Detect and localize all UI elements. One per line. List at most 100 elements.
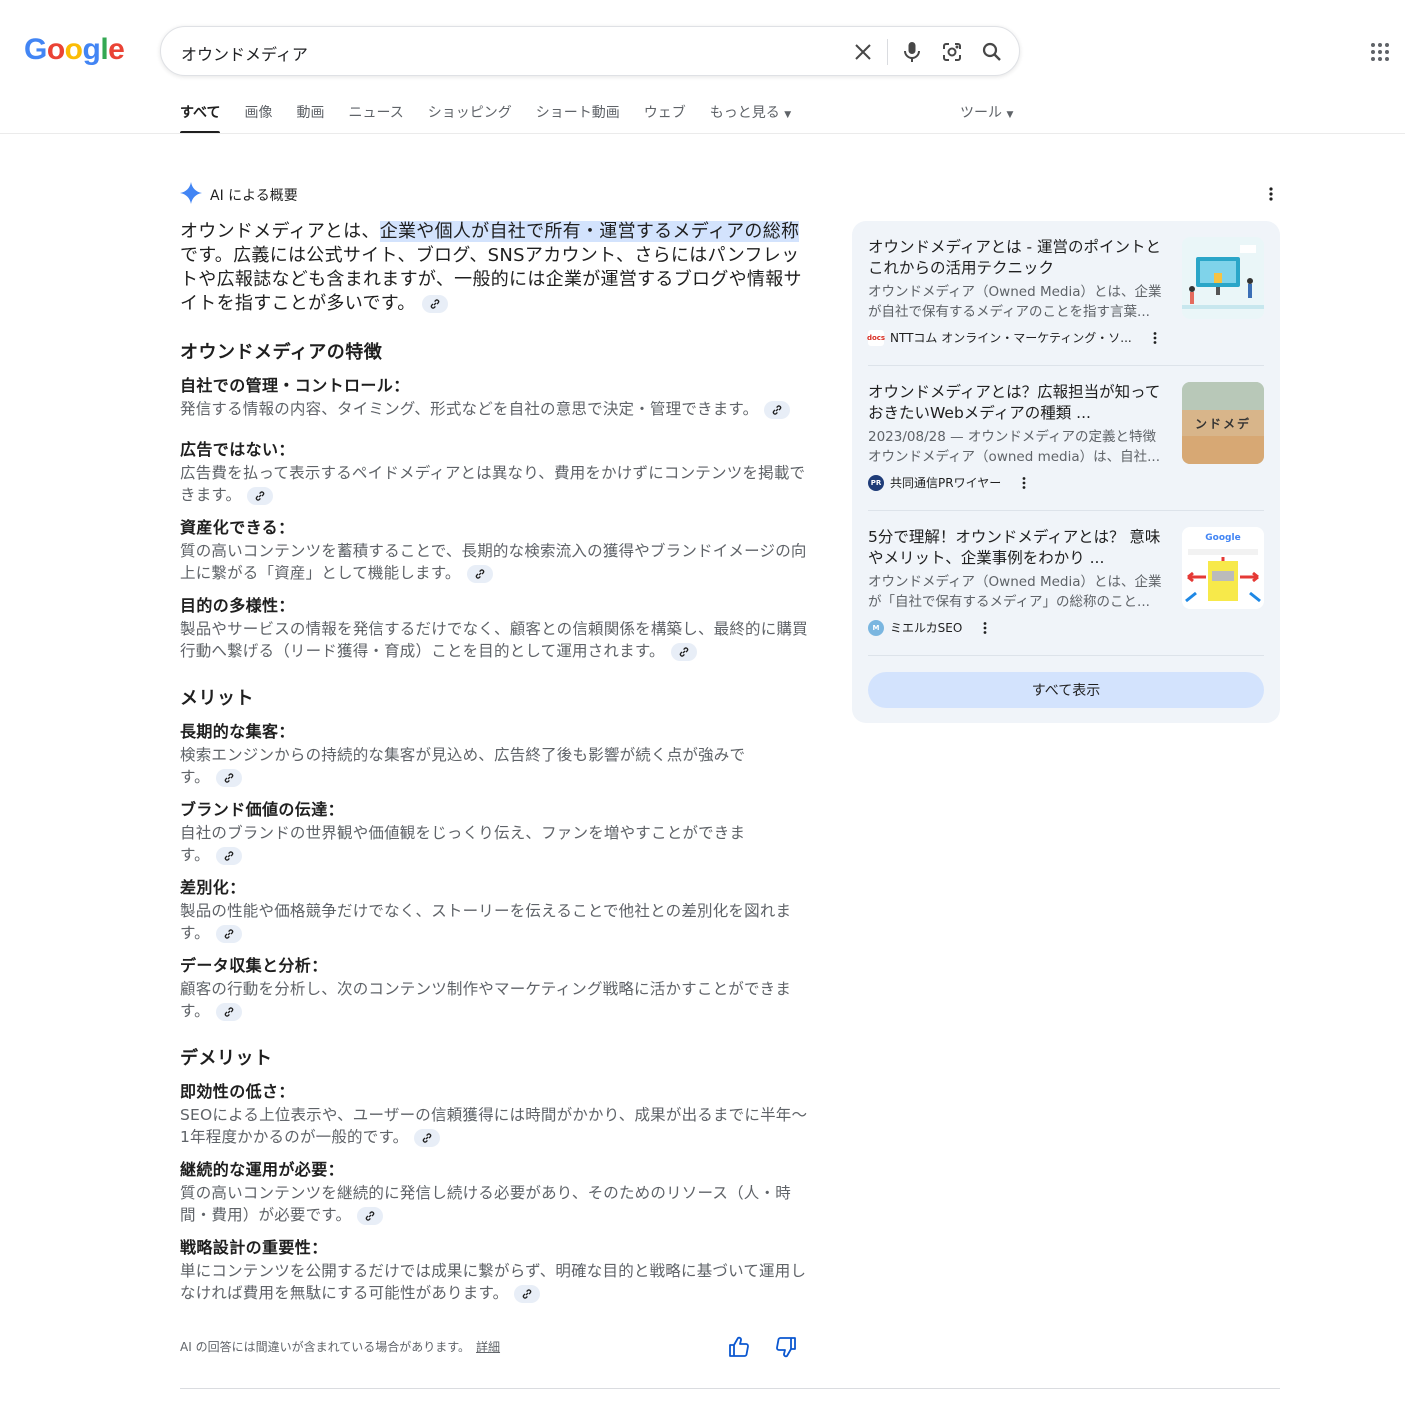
- source-title[interactable]: 5分で理解！オウンドメディアとは？ 意味やメリット、企業事例をわかり ...: [868, 527, 1168, 569]
- thumbnail-blocks: ンドメデ: [1182, 410, 1264, 436]
- item-desc-text: 発信する情報の内容、タイミング、形式などを自社の意思で決定・管理できます。: [180, 400, 759, 418]
- thumbs-up-icon[interactable]: [728, 1336, 750, 1358]
- thumbnail-wall: [1182, 382, 1264, 410]
- summary-text: です。広義には公式サイト、ブログ、SNSアカウント、さらにはパンフレットや広報誌…: [180, 245, 802, 314]
- source-thumbnail[interactable]: [1182, 237, 1264, 319]
- item-desc: 質の高いコンテンツを継続的に発信し続ける必要があり、そのためのリソース（人・時間…: [180, 1182, 810, 1226]
- search-tabs: すべて 画像 動画 ニュース ショッピング ショート動画 ウェブ もっと見る ▼: [180, 96, 815, 134]
- source-card[interactable]: 5分で理解！オウンドメディアとは？ 意味やメリット、企業事例をわかり ... オ…: [868, 527, 1264, 647]
- source-snippet: オウンドメディア（Owned Media）とは、企業が自社で保有するメディアのこ…: [868, 284, 1162, 320]
- google-logo[interactable]: Google: [24, 32, 125, 68]
- summary-text: オウンドメディアとは、: [180, 221, 380, 242]
- tab-more[interactable]: もっと見る ▼: [710, 96, 791, 132]
- source-card[interactable]: オウンドメディアとは - 運営のポイントとこれからの活用テクニック オウンドメデ…: [867, 237, 1264, 357]
- lens-camera-icon[interactable]: [940, 40, 964, 64]
- item-desc: 質の高いコンテンツを蓄積することで、長期的な検索流入の獲得やブランドイメージの向…: [180, 540, 810, 584]
- source-site: docs NTTコム オンライン・マーケティング・ソ...: [867, 329, 1158, 346]
- citation-link-icon[interactable]: [764, 400, 791, 419]
- detail-link[interactable]: 詳細: [476, 1340, 500, 1354]
- logo-letter: G: [24, 33, 47, 66]
- item-title: 戦略設計の重要性：: [180, 1238, 328, 1257]
- tools-label: ツール: [960, 105, 1002, 121]
- item-title: 差別化：: [180, 878, 246, 897]
- source-snippet: オウンドメディア（Owned Media）とは、企業が「自社で保有するメディア」…: [868, 574, 1162, 610]
- item-desc: SEOによる上位表示や、ユーザーの信頼獲得には時間がかかり、成果が出るまでに半年…: [180, 1104, 810, 1148]
- source-snippet: 2023/08/28 — オウンドメディアの定義と特徴 オウンドメディア（own…: [868, 429, 1161, 465]
- citation-link-icon[interactable]: [215, 846, 242, 865]
- tab-news[interactable]: ニュース: [348, 96, 403, 132]
- item-title: 資産化できる：: [180, 518, 295, 537]
- disclaimer-text: AI の回答には間違いが含まれている場合があります。: [180, 1340, 471, 1354]
- item-desc: 発信する情報の内容、タイミング、形式などを自社の意思で決定・管理できます。: [180, 398, 810, 420]
- site-name: 共同通信PRワイヤー: [890, 476, 1002, 490]
- item-desc-text: 単にコンテンツを公開するだけでは成果に繋がらず、明確な目的と戦略に基づいて運用し…: [180, 1262, 807, 1302]
- source-thumbnail[interactable]: ンドメデ: [1182, 382, 1264, 464]
- ai-overview-header: AI による概要: [180, 182, 298, 208]
- show-all-button[interactable]: すべて表示: [868, 672, 1264, 708]
- citation-link-icon[interactable]: [215, 768, 242, 787]
- search-input[interactable]: オウンドメディア: [181, 41, 308, 65]
- caret-down-icon: ▼: [784, 110, 792, 120]
- citation-link-icon[interactable]: [466, 564, 493, 583]
- tab-videos[interactable]: 動画: [296, 96, 324, 132]
- site-favicon: PR: [868, 474, 884, 491]
- tab-shopping[interactable]: ショッピング: [428, 96, 512, 132]
- item-desc: 製品やサービスの情報を発信するだけでなく、顧客との信頼関係を構築し、最終的に購買…: [180, 618, 810, 662]
- item-desc: 広告費を払って表示するペイドメディアとは異なり、費用をかけずにコンテンツを掲載で…: [180, 462, 810, 506]
- item-desc-text: 広告費を払って表示するペイドメディアとは異なり、費用をかけずにコンテンツを掲載で…: [180, 464, 806, 504]
- search-box[interactable]: オウンドメディア: [160, 26, 1020, 76]
- item-desc-text: 顧客の行動を分析し、次のコンテンツ制作やマーケティング戦略に活かすことができます…: [180, 980, 792, 1020]
- item-desc: 検索エンジンからの持続的な集客が見込め、広告終了後も影響が続く点が強みです。: [180, 744, 765, 788]
- item-title: 継続的な運用が必要：: [180, 1160, 345, 1179]
- citation-link-icon[interactable]: [414, 1128, 441, 1147]
- source-site: PR 共同通信PRワイヤー: [868, 474, 1027, 491]
- more-options-icon[interactable]: [982, 621, 988, 635]
- item-title: データ収集と分析：: [180, 956, 328, 975]
- ai-disclaimer: AI の回答には間違いが含まれている場合があります。 詳細: [180, 1338, 500, 1355]
- source-title[interactable]: オウンドメディアとは？広報担当が知っておきたいWebメディアの種類 ...: [868, 382, 1168, 424]
- citation-link-icon[interactable]: [357, 1206, 384, 1225]
- summary-highlight: 企業や個人が自社で所有・運営するメディアの総称: [379, 221, 800, 242]
- tools-menu[interactable]: ツール ▼: [960, 102, 1013, 122]
- tab-web[interactable]: ウェブ: [644, 96, 686, 132]
- source-title[interactable]: オウンドメディアとは - 運営のポイントとこれからの活用テクニック: [868, 237, 1168, 279]
- citation-link-icon[interactable]: [421, 295, 448, 313]
- logo-letter: e: [108, 33, 125, 66]
- item-desc-text: 製品の性能や価格競争だけでなく、ストーリーを伝えることで他社との差別化を図れます…: [180, 902, 792, 942]
- site-name: ミエルカSEO: [890, 621, 963, 635]
- item-title: ブランド価値の伝達：: [180, 800, 345, 819]
- tab-images[interactable]: 画像: [244, 96, 272, 132]
- site-name: NTTコム オンライン・マーケティング・ソ...: [890, 331, 1132, 345]
- source-site: M ミエルカSEO: [868, 619, 988, 636]
- section-title: オウンドメディアの特徴: [180, 342, 383, 363]
- citation-link-icon[interactable]: [514, 1284, 541, 1303]
- source-divider: [868, 365, 1264, 366]
- tab-all[interactable]: すべて: [180, 96, 221, 134]
- search-divider: [887, 39, 888, 65]
- more-options-icon[interactable]: [1152, 331, 1158, 345]
- citation-link-icon[interactable]: [247, 486, 274, 505]
- item-desc-text: 質の高いコンテンツを継続的に発信し続ける必要があり、そのためのリソース（人・時間…: [180, 1184, 791, 1224]
- citation-link-icon[interactable]: [670, 642, 697, 661]
- section-title: メリット: [180, 688, 254, 709]
- site-favicon: M: [868, 619, 884, 636]
- source-thumbnail[interactable]: Google: [1182, 527, 1264, 609]
- citation-link-icon[interactable]: [215, 924, 242, 943]
- ai-overview-summary: オウンドメディアとは、企業や個人が自社で所有・運営するメディアの総称です。広義に…: [180, 220, 808, 316]
- logo-letter: o: [46, 33, 65, 66]
- microphone-icon[interactable]: [900, 40, 924, 64]
- clear-icon[interactable]: [851, 40, 875, 64]
- source-card[interactable]: オウンドメディアとは？広報担当が知っておきたいWebメディアの種類 ... 20…: [868, 382, 1264, 502]
- ai-overview-title: AI による概要: [210, 188, 298, 204]
- citation-link-icon[interactable]: [215, 1002, 242, 1021]
- apps-grid-icon[interactable]: [1368, 40, 1392, 64]
- source-divider: [868, 655, 1264, 656]
- search-icon[interactable]: [980, 40, 1004, 64]
- thumbs-down-icon[interactable]: [775, 1336, 797, 1358]
- item-title: 長期的な集客：: [180, 722, 295, 741]
- item-title: 自社での管理・コントロール：: [180, 376, 410, 395]
- more-options-icon[interactable]: [1021, 476, 1027, 490]
- tab-short-videos[interactable]: ショート動画: [536, 96, 620, 132]
- more-options-icon[interactable]: [1262, 184, 1280, 204]
- item-desc-text: 製品やサービスの情報を発信するだけでなく、顧客との信頼関係を構築し、最終的に購買…: [180, 620, 808, 660]
